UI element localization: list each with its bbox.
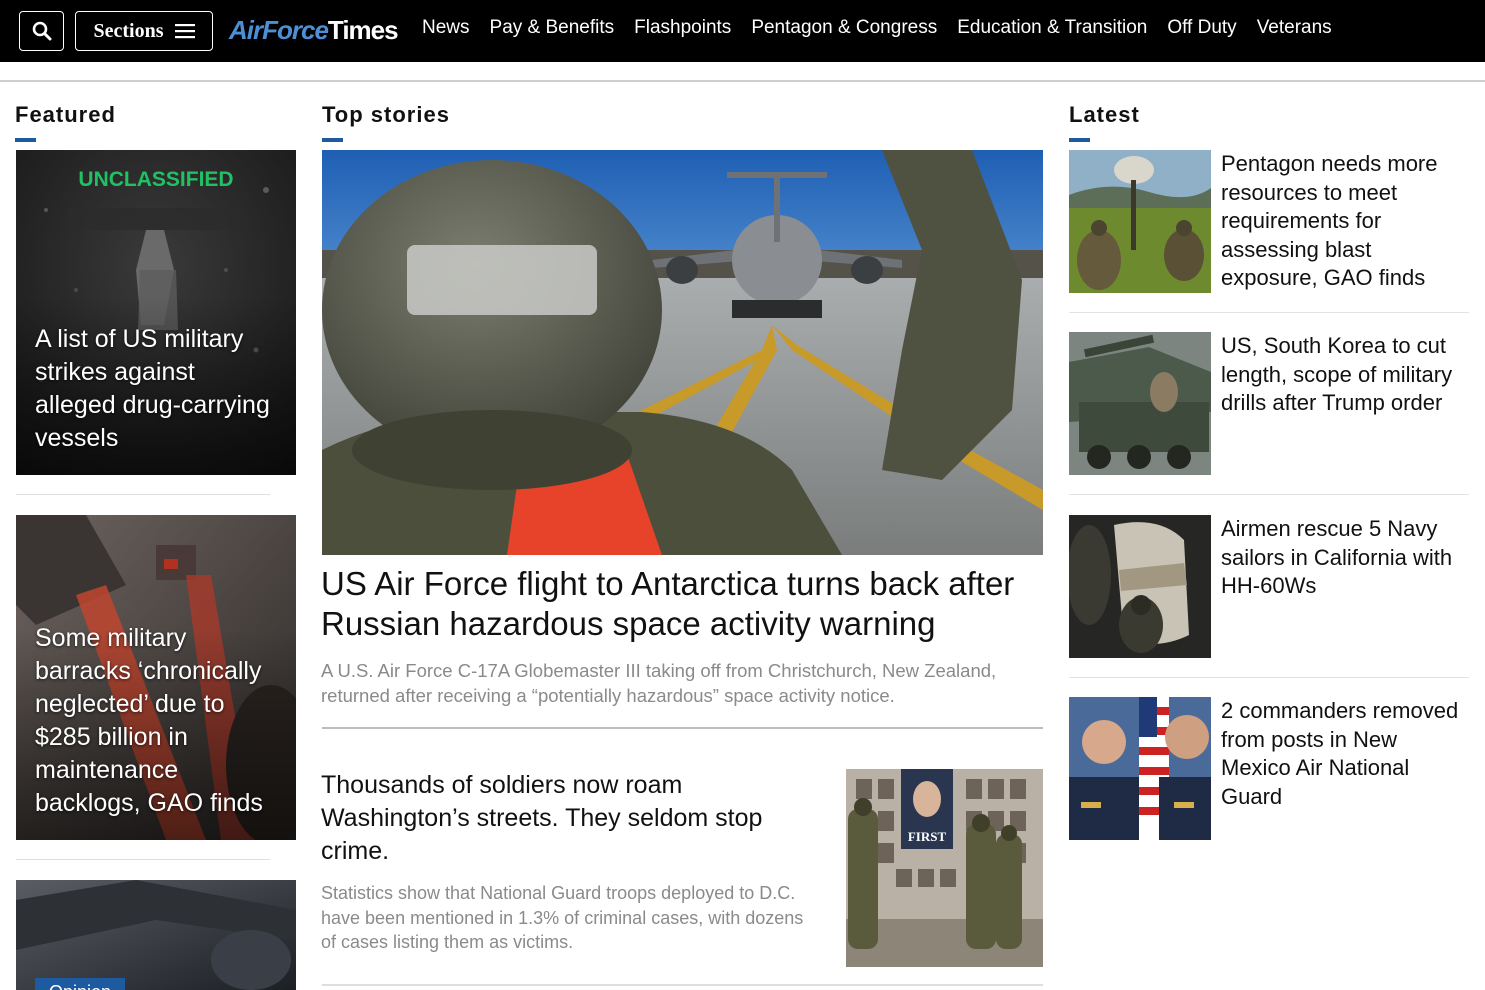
latest-title: Airmen rescue 5 Navy sailors in Californ… [1221, 516, 1453, 599]
nav-off-duty[interactable]: Off Duty [1167, 17, 1236, 39]
unclassified-stamp: UNCLASSIFIED [78, 168, 233, 191]
latest-thumb [1069, 515, 1211, 658]
sections-label: Sections [93, 19, 164, 42]
latest-title: US, South Korea to cut length, scope of … [1221, 333, 1453, 416]
c17-airman-photo [322, 150, 1043, 555]
featured-title-barracks: Some military barracks ‘chronically negl… [35, 624, 263, 817]
latest-item-korea-drills[interactable]: US, South Korea to cut length, scope of … [1069, 332, 1469, 475]
latest-title: Pentagon needs more resources to meet re… [1221, 151, 1438, 291]
featured-card-strikes[interactable]: UNCLASSIFIED A list of US military strik… [16, 150, 296, 475]
logo-airforce: AirForce [229, 15, 329, 45]
second-story-summary: Statistics show that National Guard troo… [321, 883, 804, 952]
nav-education-transition[interactable]: Education & Transition [957, 17, 1147, 39]
primary-nav: News Pay & Benefits Flashpoints Pentagon… [422, 17, 1352, 39]
soldiers-dc-photo: FIRST [846, 769, 1043, 967]
featured-image-opinion [16, 880, 296, 990]
nav-flashpoints[interactable]: Flashpoints [634, 17, 731, 39]
top-stories-divider [322, 984, 1043, 986]
top-stories-heading: Top stories [322, 102, 450, 142]
hamburger-icon [174, 23, 195, 39]
featured-divider [16, 494, 270, 495]
nav-veterans[interactable]: Veterans [1257, 17, 1332, 39]
latest-divider [1069, 312, 1469, 313]
latest-divider [1069, 494, 1469, 495]
search-button[interactable] [19, 11, 64, 51]
featured-heading: Featured [15, 102, 116, 142]
lead-story-title[interactable]: US Air Force flight to Antarctica turns … [321, 564, 1046, 644]
latest-thumb [1069, 150, 1211, 293]
featured-divider [16, 859, 270, 860]
lead-story-summary: A U.S. Air Force C-17A Globemaster III t… [321, 660, 997, 706]
second-story-title[interactable]: Thousands of soldiers now roam Washingto… [321, 769, 821, 868]
latest-thumb [1069, 697, 1211, 840]
top-navigation-bar: Sections AirForce Times News Pay & Benefi… [0, 0, 1485, 62]
latest-item-commanders-removed[interactable]: 2 commanders removed from posts in New M… [1069, 697, 1469, 840]
latest-title: 2 commanders removed from posts in New M… [1221, 698, 1459, 809]
latest-heading: Latest [1069, 102, 1140, 142]
nav-pay-benefits[interactable]: Pay & Benefits [490, 17, 615, 39]
featured-card-barracks[interactable]: Some military barracks ‘chronically negl… [16, 515, 296, 840]
nav-news[interactable]: News [422, 17, 470, 39]
opinion-tag: Opinion [35, 978, 126, 990]
latest-thumb [1069, 332, 1211, 475]
search-icon [32, 21, 52, 41]
sections-menu-button[interactable]: Sections [75, 11, 213, 51]
lead-story-image[interactable] [322, 150, 1043, 555]
latest-item-navy-rescue[interactable]: Airmen rescue 5 Navy sailors in Californ… [1069, 515, 1469, 658]
latest-item-blast-exposure[interactable]: Pentagon needs more resources to meet re… [1069, 150, 1469, 293]
latest-divider [1069, 677, 1469, 678]
banner-text: FIRST [908, 829, 947, 844]
featured-card-opinion[interactable]: Opinion [16, 880, 296, 990]
nav-pentagon-congress[interactable]: Pentagon & Congress [751, 17, 937, 39]
second-story-image[interactable]: FIRST [846, 769, 1043, 967]
header-divider [0, 80, 1485, 82]
site-logo[interactable]: AirForce Times [229, 15, 399, 49]
logo-times: Times [327, 15, 399, 45]
featured-title-strikes: A list of US military strikes against al… [35, 325, 270, 452]
top-stories-divider [322, 727, 1043, 729]
